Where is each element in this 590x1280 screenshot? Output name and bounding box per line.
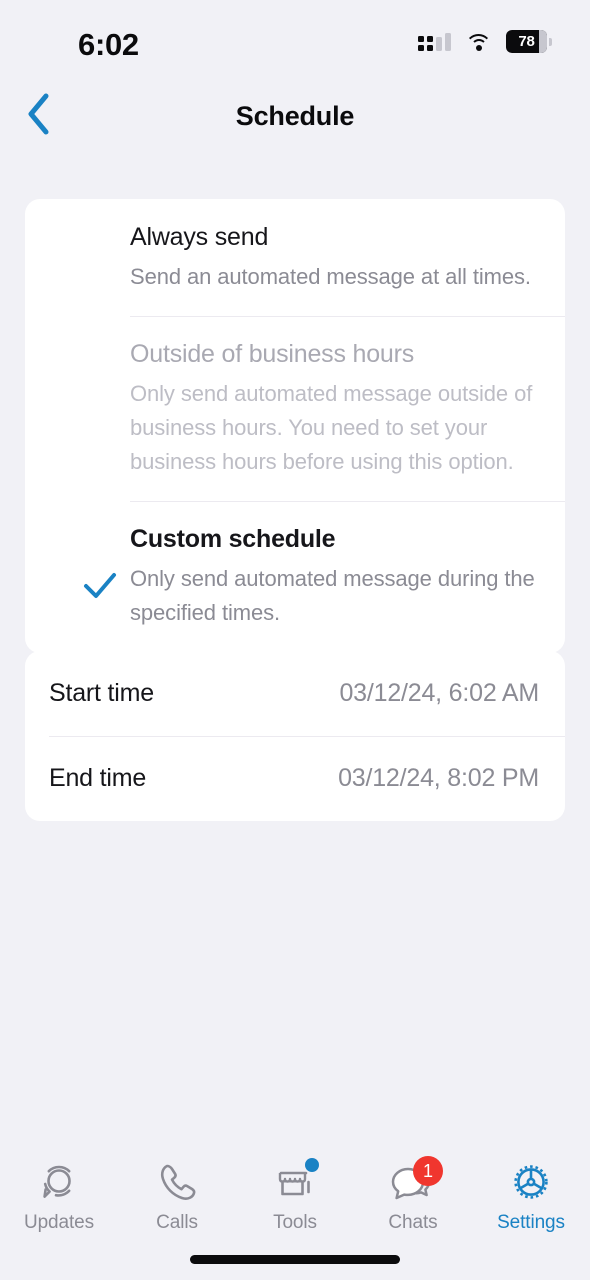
- status-bar: 6:02 78: [0, 0, 590, 76]
- option-always-send[interactable]: Always send Send an automated message at…: [25, 199, 565, 316]
- wifi-icon: [465, 32, 492, 51]
- end-time-value[interactable]: 03/12/24, 8:02 PM: [338, 764, 539, 793]
- option-title: Always send: [130, 223, 269, 251]
- start-time-value[interactable]: 03/12/24, 6:02 AM: [339, 679, 539, 708]
- start-time-row[interactable]: Start time 03/12/24, 6:02 AM: [25, 651, 565, 736]
- notification-dot: [305, 1158, 319, 1172]
- option-description: Only send automated message outside of b…: [130, 381, 533, 475]
- phone-icon: [151, 1158, 203, 1206]
- gear-icon: [505, 1158, 557, 1206]
- status-bar-indicators: 78: [418, 30, 552, 53]
- tab-updates[interactable]: Updates: [0, 1158, 118, 1244]
- tab-label: Updates: [23, 1212, 95, 1233]
- storefront-icon: [269, 1158, 321, 1206]
- battery-level-text: 78: [518, 33, 535, 50]
- checkmark-icon: [81, 567, 119, 605]
- end-time-label: End time: [49, 764, 147, 792]
- chats-unread-badge: 1: [413, 1156, 443, 1186]
- tab-label: Tools: [273, 1212, 317, 1233]
- tab-calls[interactable]: Calls: [118, 1158, 236, 1244]
- app-screen: 6:02 78 Schedule Always send Send an aut…: [0, 0, 590, 1280]
- tab-label: Calls: [156, 1212, 198, 1233]
- status-bar-time: 6:02: [78, 27, 139, 62]
- divider: [130, 316, 565, 318]
- option-outside-business-hours: Outside of business hours Only send auto…: [25, 316, 565, 501]
- navigation-bar: Schedule: [0, 88, 590, 144]
- tab-chats[interactable]: 1 Chats: [354, 1156, 472, 1244]
- option-title: Custom schedule: [130, 525, 336, 554]
- option-description: Only send automated message during the s…: [130, 566, 535, 626]
- tab-settings[interactable]: Settings: [472, 1158, 590, 1244]
- battery-icon: 78: [506, 30, 552, 53]
- cellular-signal-icon: [418, 32, 451, 51]
- tab-label: Chats: [388, 1212, 438, 1233]
- home-indicator: [190, 1255, 400, 1264]
- schedule-options-card: Always send Send an automated message at…: [25, 199, 565, 653]
- divider: [130, 501, 565, 503]
- end-time-row[interactable]: End time 03/12/24, 8:02 PM: [25, 736, 565, 821]
- tab-label: Settings: [497, 1212, 565, 1233]
- start-time-label: Start time: [49, 679, 154, 707]
- bottom-tab-bar: Updates Calls Tools 1 Chats Settings: [0, 1144, 590, 1280]
- option-description: Send an automated message at all times.: [130, 264, 531, 289]
- speech-bubbles-icon: 1: [387, 1156, 443, 1206]
- divider: [49, 736, 565, 737]
- tab-tools[interactable]: Tools: [236, 1158, 354, 1244]
- schedule-times-card: Start time 03/12/24, 6:02 AM End time 03…: [25, 651, 565, 821]
- page-title: Schedule: [235, 100, 355, 131]
- status-rings-icon: [33, 1158, 85, 1206]
- option-title: Outside of business hours: [130, 340, 415, 369]
- option-custom-schedule[interactable]: Custom schedule Only send automated mess…: [25, 501, 565, 652]
